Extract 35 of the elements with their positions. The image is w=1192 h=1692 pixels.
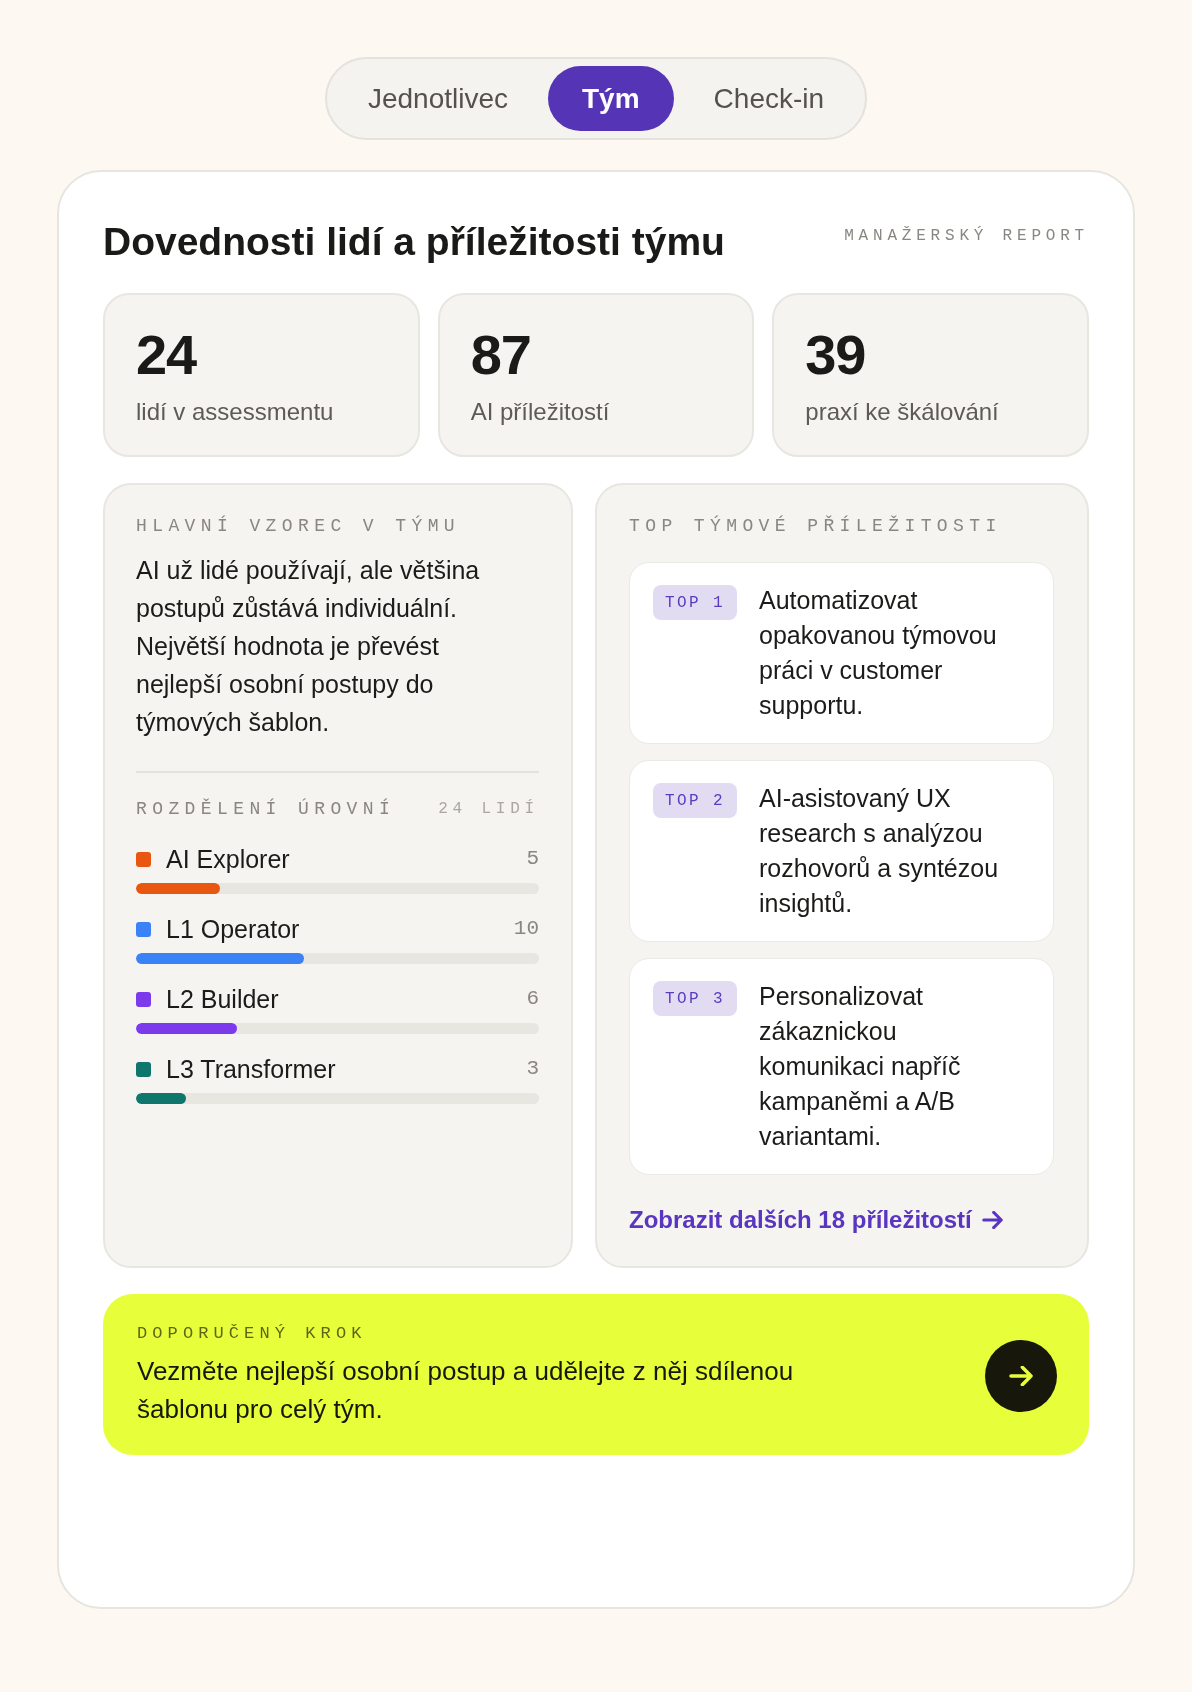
more-opportunities-link[interactable]: Zobrazit dalších 18 příležitostí	[629, 1205, 1003, 1235]
stat-value: 24	[136, 323, 197, 387]
stat-value: 87	[470, 323, 531, 387]
recommendation-text: Vezměte nejlepší osobní postup a udělejte z něj sdílenou šablonu pro celý tým.	[137, 1355, 795, 1426]
tab[interactable]: Tým	[548, 66, 674, 131]
level-name: L1 Operator	[166, 915, 300, 943]
stat-label: lidí v assessmentu	[136, 398, 334, 426]
level-name: L2 Builder	[166, 985, 279, 1013]
tab[interactable]: Check-in	[679, 66, 859, 131]
level-count: 3	[526, 1056, 539, 1082]
level-name: AI Explorer	[166, 845, 290, 873]
report-title: Dovednosti lidí a příležitosti týmu	[103, 219, 725, 265]
rank-badge: TOP 1	[653, 585, 737, 620]
level-count: 5	[526, 846, 539, 872]
stat-value: 39	[805, 323, 866, 387]
opportunity-text: AI-asistovaný UX research s analýzou rozhovorů a syntézou insightů.	[759, 783, 1000, 919]
level-count: 6	[526, 986, 539, 1012]
report-tag: MANAŽERSKÝ REPORT	[844, 224, 1089, 248]
stat-label: AI příležitostí	[470, 398, 610, 426]
distribution-heading: ROZDĚLENÍ ÚROVNÍ	[136, 797, 396, 821]
rank-badge: TOP 2	[653, 783, 737, 818]
opportunity-text: Automatizovat opakovanou týmovou práci v customer supportu.	[759, 585, 998, 721]
opportunity-text: Personalizovat zákaznickou komunikaci napříč kampaněmi a A/B variantami.	[759, 981, 962, 1152]
tab[interactable]: Jednotlivec	[333, 66, 542, 131]
panel-heading: TOP TÝMOVÉ PŘÍLEŽITOSTI	[629, 514, 1003, 538]
level-name: L3 Transformer	[166, 1055, 336, 1083]
arrow-icon	[1009, 1365, 1033, 1386]
pattern-text: AI už lidé používají, ale většina postupů zůstává individuální. Největší hodnota je převést nejlepší osobní postupy do týmových šablon.	[136, 555, 481, 738]
stat-label: praxí ke škálování	[805, 398, 999, 426]
panel-heading: HLAVNÍ VZOREC V TÝMU	[136, 514, 462, 538]
recommendation-label: DOPORUČENÝ KROK	[137, 1323, 368, 1345]
rank-badge: TOP 3	[653, 981, 737, 1016]
distribution-total: 24 LIDÍ	[438, 798, 539, 820]
level-count: 10	[513, 916, 539, 942]
arrow-icon	[981, 1211, 1003, 1229]
